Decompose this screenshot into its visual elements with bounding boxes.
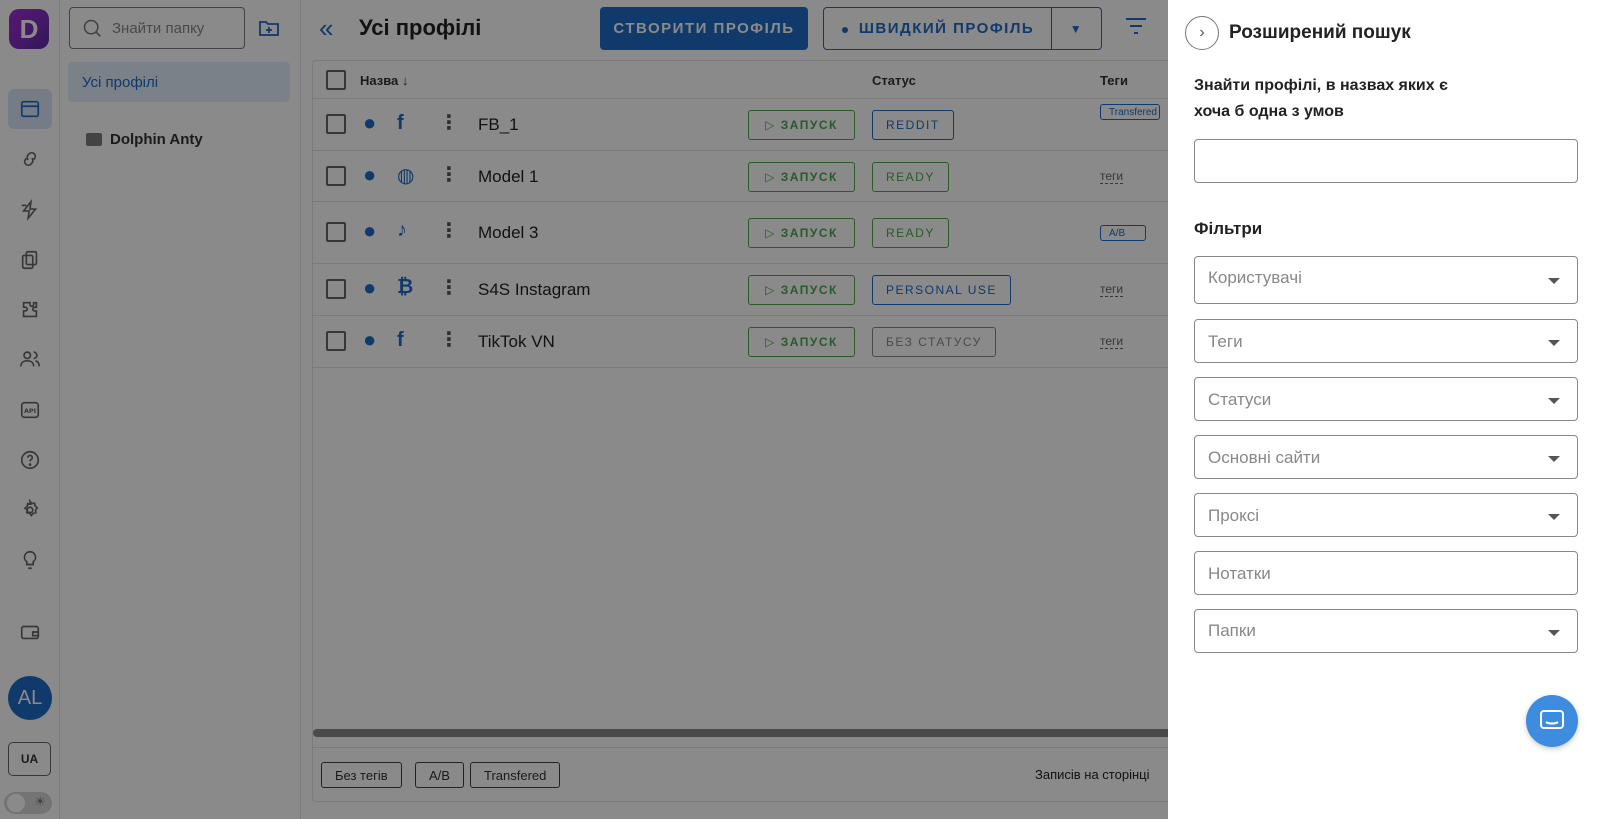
- select-placeholder: Статуси: [1208, 390, 1272, 409]
- input-placeholder: Нотатки: [1208, 564, 1271, 583]
- caret-down-icon: [1548, 514, 1560, 520]
- close-drawer-chevron-icon[interactable]: ›: [1185, 16, 1219, 50]
- users-select[interactable]: Користувачі: [1194, 256, 1578, 304]
- select-placeholder: Основні сайти: [1208, 448, 1321, 467]
- statuses-select[interactable]: Статуси: [1194, 377, 1578, 421]
- tags-select[interactable]: Теги: [1194, 319, 1578, 363]
- caret-down-icon: [1548, 340, 1560, 346]
- name-conditions-input[interactable]: [1194, 139, 1578, 183]
- select-placeholder: Папки: [1208, 621, 1256, 640]
- main-sites-select[interactable]: Основні сайти: [1194, 435, 1578, 479]
- filters-heading: Фільтри: [1194, 219, 1263, 238]
- proxy-select[interactable]: Проксі: [1194, 493, 1578, 537]
- chat-support-button[interactable]: [1526, 695, 1578, 747]
- chat-bubble-icon: [1540, 710, 1564, 729]
- caret-down-icon: [1548, 456, 1560, 462]
- folders-select[interactable]: Папки: [1194, 609, 1578, 653]
- caret-down-icon: [1548, 398, 1560, 404]
- caret-down-icon: [1548, 630, 1560, 636]
- advanced-search-drawer: › Розширений пошук Знайти профілі, в наз…: [1168, 0, 1600, 819]
- drawer-title: Розширений пошук: [1229, 22, 1411, 43]
- notes-input[interactable]: Нотатки: [1194, 551, 1578, 595]
- select-placeholder: Користувачі: [1208, 268, 1302, 287]
- drawer-subtitle: Знайти профілі, в назвах яких є хоча б о…: [1194, 77, 1448, 120]
- modal-backdrop[interactable]: [0, 0, 1168, 819]
- select-placeholder: Теги: [1208, 332, 1243, 351]
- select-placeholder: Проксі: [1208, 506, 1260, 525]
- caret-down-icon: [1548, 278, 1560, 284]
